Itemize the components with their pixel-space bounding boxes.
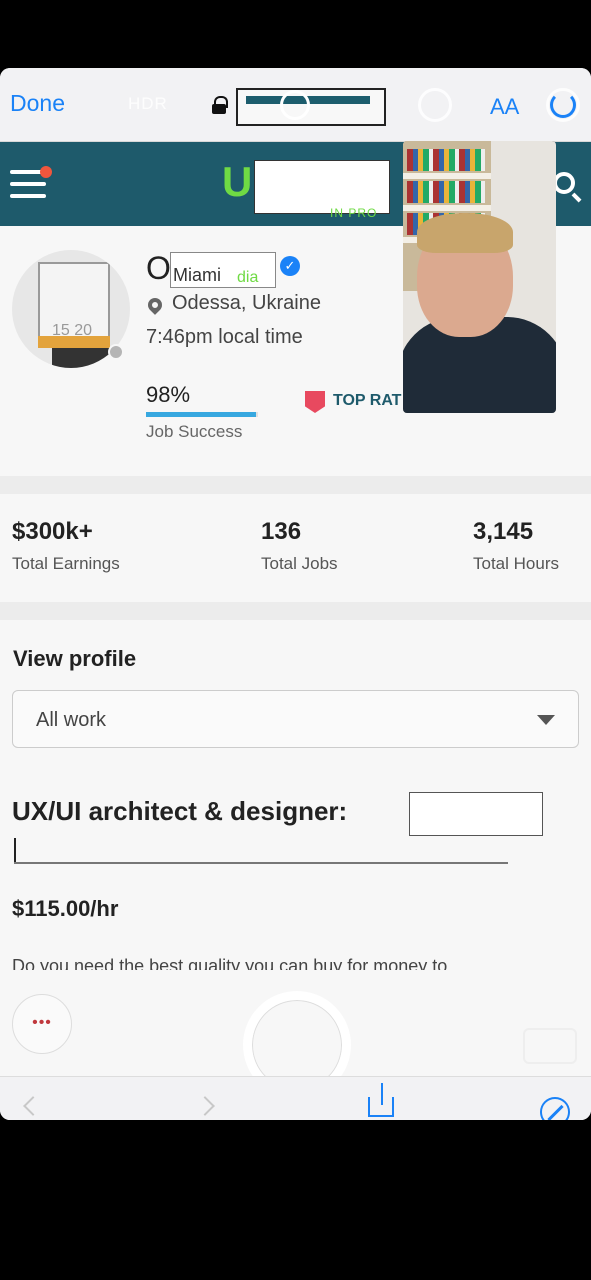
back-icon[interactable] [23, 1096, 43, 1116]
forward-icon[interactable] [195, 1096, 215, 1116]
video-shelf-board [403, 205, 491, 211]
camera-flip-ring-icon [546, 88, 580, 122]
phone-screen: Done HDR AA U IN PRO 15 20 O Miami dia ✓… [0, 68, 591, 1120]
profile-local-time: 7:46pm local time [146, 326, 303, 348]
text-size-button[interactable]: AA [490, 94, 519, 120]
stat-value: 136 [261, 518, 302, 545]
stat-label: Total Jobs [261, 554, 338, 573]
stat-total-jobs: 136 Total Jobs [261, 518, 338, 574]
online-status-dot [108, 344, 124, 360]
profile-name-redaction: Miami dia [170, 252, 276, 288]
section-divider [0, 476, 591, 494]
video-person-hair [417, 213, 513, 253]
job-success-label: Job Success [146, 422, 243, 441]
text-cursor-line [14, 834, 508, 864]
job-success-value: 98% [146, 382, 191, 407]
notification-dot [40, 166, 52, 178]
avatar-shape [52, 348, 112, 368]
location-pin-icon [145, 295, 165, 315]
job-success-bar-fill [146, 412, 256, 417]
video-books [407, 149, 485, 171]
video-books [407, 181, 485, 203]
stat-value: $300k+ [12, 518, 93, 545]
stats-row: $300k+ Total Earnings 136 Total Jobs 3,1… [0, 494, 591, 602]
stat-total-hours: 3,145 Total Hours [473, 518, 559, 574]
name-overlay-text: Miami [173, 265, 221, 285]
video-overlay[interactable] [403, 141, 556, 413]
profile-location: Odessa, Ukraine [172, 292, 321, 314]
profile-headline: UX/UI architect & designer: [12, 796, 348, 826]
work-filter-value: All work [36, 709, 107, 731]
profile-description: Do you need the best quality you can buy… [12, 956, 448, 970]
stat-value: 3,145 [473, 518, 534, 545]
profile-name-initial: O [146, 250, 171, 286]
hourly-rate: $115.00/hr [12, 896, 119, 921]
verified-icon: ✓ [280, 256, 300, 276]
browser-top-bar: Done HDR AA [0, 68, 591, 142]
more-options-button[interactable]: ••• [12, 994, 72, 1054]
top-rated-badge-icon [305, 391, 325, 413]
stat-label: Total Earnings [12, 554, 120, 573]
video-shelf-board [403, 173, 491, 179]
share-icon[interactable] [368, 1083, 394, 1117]
name-overlay-suffix: dia [237, 269, 259, 286]
headline-redaction-box [409, 792, 543, 836]
camera-flip-icon[interactable] [523, 1028, 577, 1064]
section-divider [0, 602, 591, 620]
browser-bottom-bar [0, 1076, 591, 1120]
site-logo[interactable]: U [222, 158, 252, 206]
compass-icon[interactable] [540, 1097, 570, 1120]
url-field[interactable] [236, 88, 386, 126]
view-profile-title: View profile [13, 646, 137, 671]
done-button[interactable]: Done [10, 90, 65, 117]
avatar-overlay-text: 15 20 [52, 322, 93, 339]
top-rated-label: TOP RAT [333, 392, 402, 409]
camera-mode-icon [280, 90, 310, 120]
stat-label: Total Hours [473, 554, 559, 573]
timer-icon[interactable] [418, 88, 452, 122]
lock-icon [212, 96, 228, 114]
job-success-bar [146, 412, 258, 417]
work-filter-select[interactable]: All work [12, 690, 579, 748]
stat-total-earnings: $300k+ Total Earnings [12, 518, 120, 574]
chevron-down-icon [537, 715, 555, 725]
search-icon[interactable] [553, 172, 575, 194]
logo-subtext: IN PRO [330, 206, 378, 220]
hdr-label[interactable]: HDR [128, 94, 168, 114]
